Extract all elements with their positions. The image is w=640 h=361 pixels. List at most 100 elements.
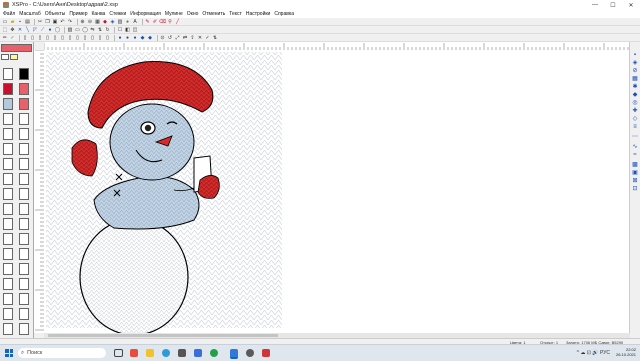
half-stitch-icon[interactable]: ╲ xyxy=(25,27,31,33)
rt-frame-icon[interactable]: ▣ xyxy=(632,170,638,176)
paste-icon[interactable]: ▣ xyxy=(52,19,58,25)
empty-floss-slot[interactable] xyxy=(3,323,13,335)
empty-floss-slot[interactable] xyxy=(19,173,29,185)
zoom-icon[interactable]: ⊙ xyxy=(160,35,166,41)
rt-layers-icon[interactable]: ◈ xyxy=(632,60,638,66)
view-f-icon[interactable]: ▯ xyxy=(60,35,66,41)
mirror-v-icon[interactable]: ⇅ xyxy=(97,27,103,33)
menu-info[interactable]: Информация xyxy=(130,11,161,17)
view-e-icon[interactable]: ▯ xyxy=(52,35,58,41)
minimize-button[interactable]: — xyxy=(586,0,604,10)
bead-icon[interactable]: ◯ xyxy=(55,27,61,33)
empty-floss-slot[interactable] xyxy=(19,308,29,320)
empty-floss-slot[interactable] xyxy=(3,143,13,155)
line-icon[interactable]: ╱ xyxy=(175,19,181,25)
undo-icon[interactable]: ↶ xyxy=(60,19,66,25)
menu-undo[interactable]: Отменить xyxy=(202,11,225,17)
quarter-stitch-icon[interactable]: ◸ xyxy=(32,27,38,33)
empty-floss-slot[interactable] xyxy=(3,158,13,170)
backstitch-icon[interactable]: ⟋ xyxy=(40,27,46,33)
empty-floss-slot[interactable] xyxy=(3,188,13,200)
photos-icon[interactable] xyxy=(246,349,254,357)
color-icon[interactable]: ● xyxy=(125,19,131,25)
empty-floss-slot[interactable] xyxy=(3,263,13,275)
menu-canvas[interactable]: Канва xyxy=(92,11,106,17)
view-b-icon[interactable]: ▯ xyxy=(30,35,36,41)
menu-objects[interactable]: Объекты xyxy=(45,11,66,17)
layers-icon[interactable]: ◫ xyxy=(132,27,138,33)
color-e-icon[interactable]: ◆ xyxy=(147,35,153,41)
pencil-icon[interactable]: ✎ xyxy=(145,19,151,25)
empty-floss-slot[interactable] xyxy=(3,113,13,125)
rt-grid-icon[interactable]: ▦ xyxy=(632,76,638,82)
floss-icon[interactable]: ◈ xyxy=(110,19,116,25)
view-h-icon[interactable]: ▯ xyxy=(75,35,81,41)
palette-icon[interactable]: ◆ xyxy=(102,19,108,25)
system-tray[interactable]: ^ ☁ ⊡ 🔊 РУС xyxy=(577,350,610,356)
cut-icon[interactable]: ✂ xyxy=(37,19,43,25)
clock[interactable]: 22:02 26.10.2021 xyxy=(616,347,636,357)
close-button[interactable]: ✕ xyxy=(622,0,640,10)
fit-icon[interactable]: ⤢ xyxy=(175,35,181,41)
rt-dash-icon[interactable]: ⋯ xyxy=(632,134,638,140)
empty-floss-slot[interactable] xyxy=(3,128,13,140)
sort-icon[interactable]: ⇅ xyxy=(212,35,218,41)
export-icon[interactable]: ⇪ xyxy=(190,35,196,41)
task-view-icon[interactable] xyxy=(114,349,123,357)
copy-icon[interactable]: ❐ xyxy=(45,19,51,25)
empty-floss-slot[interactable] xyxy=(3,173,13,185)
rt-target-icon[interactable]: ◎ xyxy=(632,100,638,106)
empty-floss-slot[interactable] xyxy=(19,218,29,230)
view-j-icon[interactable]: ▯ xyxy=(90,35,96,41)
empty-floss-slot[interactable] xyxy=(19,323,29,335)
menu-file[interactable]: Файл xyxy=(3,11,15,17)
pen-tool-icon[interactable]: ✏ xyxy=(2,35,8,41)
eraser-icon[interactable]: ⌫ xyxy=(159,19,166,25)
view-g-icon[interactable]: ▯ xyxy=(67,35,73,41)
chat-icon[interactable] xyxy=(210,349,218,357)
menu-stitches[interactable]: Стежки xyxy=(109,11,126,17)
settings-icon[interactable] xyxy=(262,349,270,357)
rt-lines-icon[interactable]: ≡ xyxy=(632,124,638,130)
floss-black[interactable] xyxy=(19,68,29,80)
camera-icon[interactable] xyxy=(178,349,186,357)
floss-coral[interactable] xyxy=(19,98,29,110)
empty-floss-slot[interactable] xyxy=(19,188,29,200)
rt-cross-icon[interactable]: ⊠ xyxy=(632,178,638,184)
open-folder-icon[interactable]: ▰ xyxy=(10,19,16,25)
fill-icon[interactable]: ▨ xyxy=(67,27,73,33)
rect-icon[interactable]: ▭ xyxy=(75,27,81,33)
empty-floss-slot[interactable] xyxy=(3,218,13,230)
taskbar-search[interactable]: ⌕ Поиск xyxy=(18,348,106,358)
app-icon-1[interactable] xyxy=(130,349,138,357)
refresh-icon[interactable]: ↺ xyxy=(167,35,173,41)
menu-settings[interactable]: Настройки xyxy=(246,11,271,17)
empty-floss-slot[interactable] xyxy=(19,248,29,260)
view-i-icon[interactable]: ▯ xyxy=(82,35,88,41)
empty-floss-slot[interactable] xyxy=(19,203,29,215)
floss-red[interactable] xyxy=(3,83,13,95)
fg-color-swatch[interactable] xyxy=(1,54,9,60)
xspro-task-icon[interactable] xyxy=(230,349,238,359)
text-icon[interactable]: A xyxy=(132,19,138,25)
empty-floss-slot[interactable] xyxy=(3,278,13,290)
move-icon[interactable]: ✥ xyxy=(10,27,16,33)
rt-end-icon[interactable]: ⊡ xyxy=(632,186,638,192)
grid-icon[interactable]: ▦ xyxy=(95,19,101,25)
menu-help[interactable]: Справка xyxy=(274,11,294,17)
floss-light-blue[interactable] xyxy=(3,98,13,110)
floss-white[interactable] xyxy=(3,68,13,80)
empty-floss-slot[interactable] xyxy=(19,128,29,140)
color-a-icon[interactable]: ● xyxy=(117,35,123,41)
store-icon[interactable] xyxy=(194,349,202,357)
print-icon[interactable]: ▤ xyxy=(25,19,31,25)
floss-pink[interactable] xyxy=(19,83,29,95)
bg-color-swatch[interactable] xyxy=(10,54,18,60)
french-knot-icon[interactable]: ● xyxy=(47,27,53,33)
color-b-icon[interactable]: ● xyxy=(125,35,131,41)
color-d-icon[interactable]: ◆ xyxy=(140,35,146,41)
empty-floss-slot[interactable] xyxy=(3,248,13,260)
rt-star-icon[interactable]: ✱ xyxy=(632,84,638,90)
rt-plus-icon[interactable]: ✚ xyxy=(632,108,638,114)
check-icon[interactable]: ✓ xyxy=(205,35,211,41)
